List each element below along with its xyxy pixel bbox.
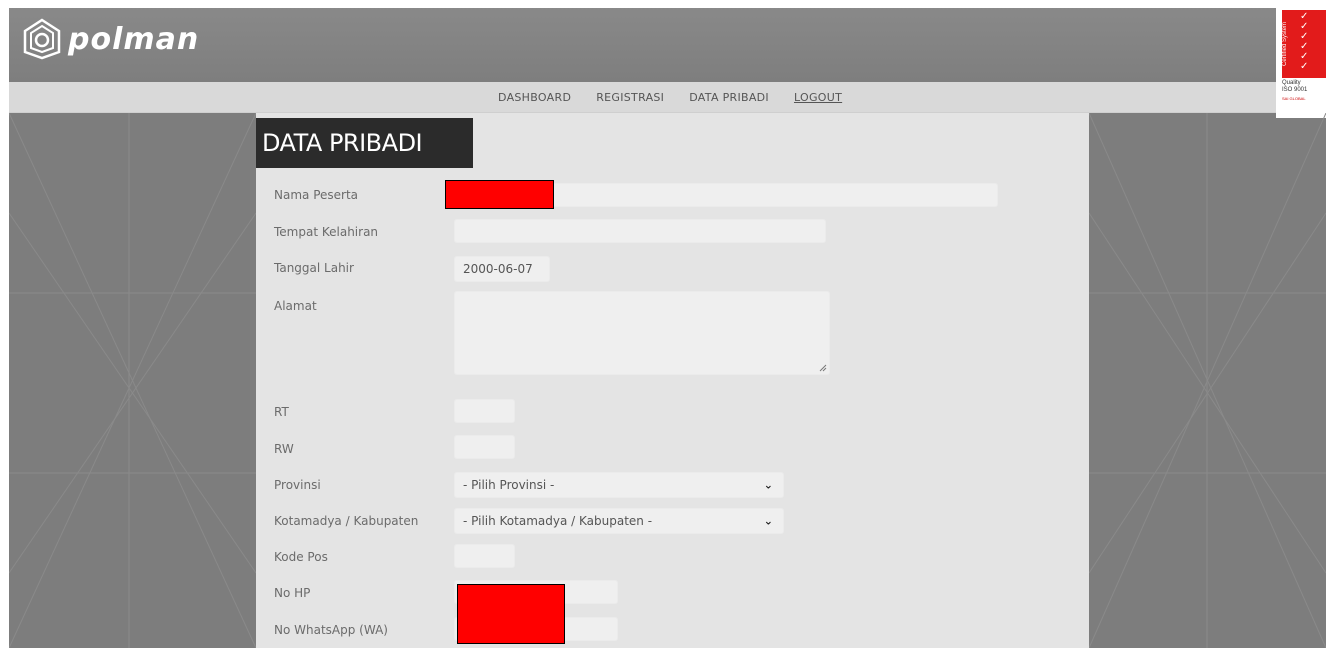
tanggal-lahir-input[interactable]: 2000-06-07 <box>454 256 550 282</box>
iso-vertical-text: Certified System <box>1282 22 1288 67</box>
label-kode-pos: Kode Pos <box>274 550 328 564</box>
left-edge-strip <box>0 0 9 648</box>
provinsi-select[interactable]: - Pilih Provinsi - ⌄ <box>454 472 784 498</box>
tempat-kelahiran-input[interactable] <box>454 219 826 243</box>
label-tanggal-lahir: Tanggal Lahir <box>274 261 354 275</box>
background-pattern-right <box>1089 113 1326 648</box>
top-nav: DASHBOARD REGISTRASI DATA PRIBADI LOGOUT <box>9 82 1326 113</box>
nav-data-pribadi[interactable]: DATA PRIBADI <box>689 91 769 104</box>
rw-input[interactable] <box>454 435 515 459</box>
page-title-box: DATA PRIBADI <box>256 118 473 168</box>
header-top-border <box>9 0 1326 8</box>
redaction-box-nama <box>445 180 554 209</box>
chevron-down-icon: ⌄ <box>763 478 773 492</box>
alamat-textarea[interactable] <box>454 291 830 375</box>
label-kotamadya: Kotamadya / Kabupaten <box>274 514 419 528</box>
page-title: DATA PRIBADI <box>262 129 423 157</box>
label-no-hp: No HP <box>274 586 311 600</box>
iso-standard-text: ISO 9001 <box>1282 87 1308 93</box>
iso-label: Quality ISO 9001 <box>1282 80 1307 94</box>
label-alamat: Alamat <box>274 299 317 313</box>
nav-registrasi[interactable]: REGISTRASI <box>596 91 664 104</box>
data-pribadi-panel: DATA PRIBADI Nama Peserta Tempat Kelahir… <box>256 113 1089 648</box>
kotamadya-select[interactable]: - Pilih Kotamadya / Kabupaten - ⌄ <box>454 508 784 534</box>
iso-quality-text: Quality <box>1282 80 1301 86</box>
resize-grip-icon[interactable] <box>819 364 827 372</box>
label-nama-peserta: Nama Peserta <box>274 188 359 202</box>
label-rt: RT <box>274 405 289 419</box>
site-logo[interactable]: polman <box>22 18 199 60</box>
site-header <box>9 0 1326 82</box>
iso-brand-text: SAI GLOBAL <box>1282 96 1306 101</box>
check-marks-icon: ✓ ✓ ✓ ✓ ✓ ✓ <box>1300 11 1309 72</box>
label-rw: RW <box>274 442 294 456</box>
redaction-box-phone <box>457 584 565 644</box>
nav-dashboard[interactable]: DASHBOARD <box>498 91 571 104</box>
chevron-down-icon: ⌄ <box>763 514 773 528</box>
logo-text: polman <box>68 21 200 57</box>
kode-pos-input[interactable] <box>454 544 515 568</box>
iso-certification-badge: Certified System ✓ ✓ ✓ ✓ ✓ ✓ Quality ISO 9001… <box>1276 8 1326 118</box>
polman-logo-icon <box>23 18 61 60</box>
label-provinsi: Provinsi <box>274 478 321 492</box>
nav-logout[interactable]: LOGOUT <box>794 91 842 104</box>
background-pattern-left <box>9 113 256 648</box>
rt-input[interactable] <box>454 399 515 423</box>
label-tempat-kelahiran: Tempat Kelahiran <box>274 225 379 239</box>
label-no-whatsapp: No WhatsApp (WA) <box>274 623 388 637</box>
